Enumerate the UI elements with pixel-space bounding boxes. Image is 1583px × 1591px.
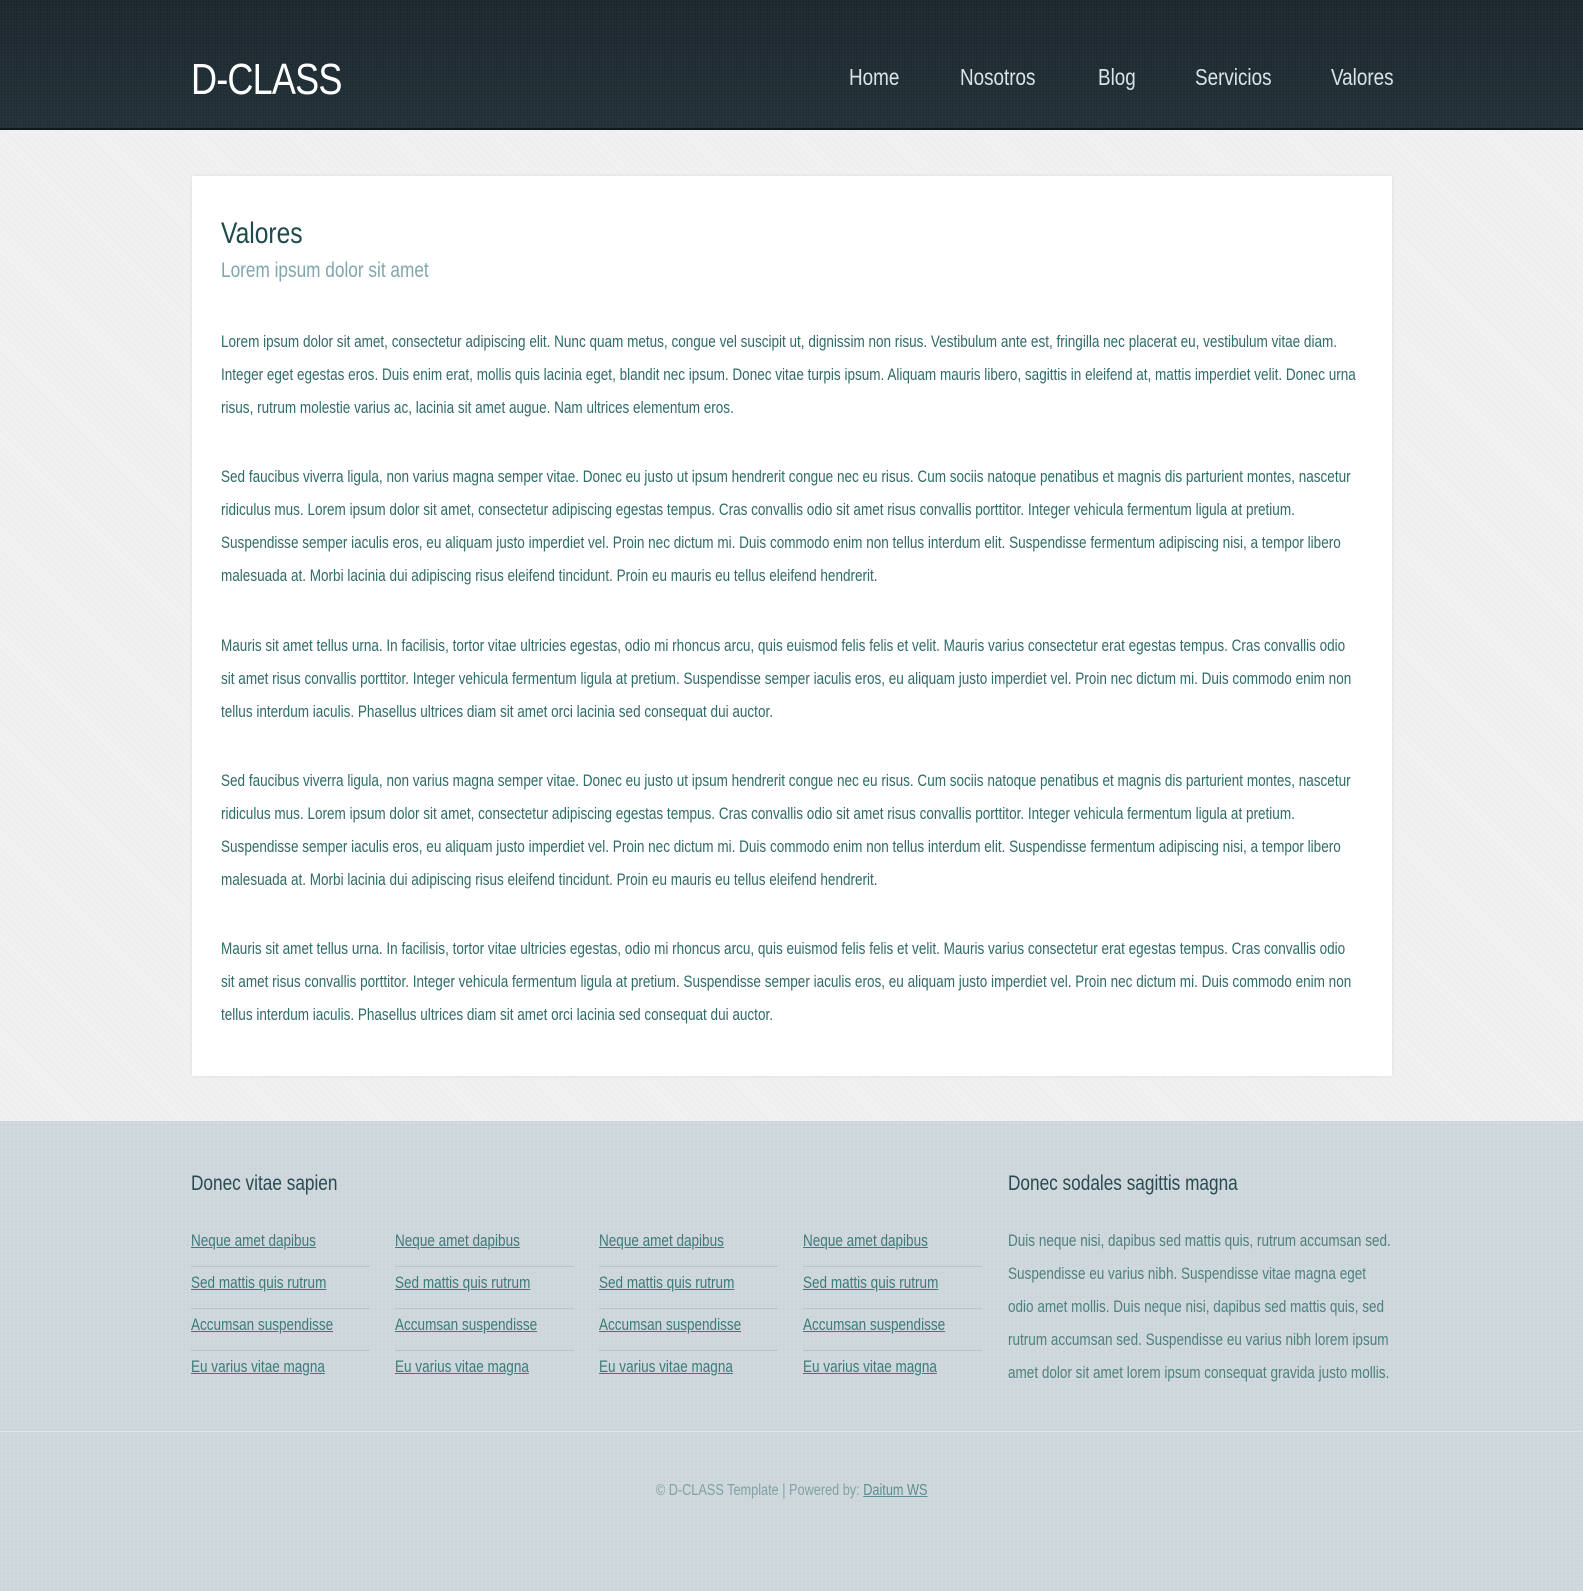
- footer-link[interactable]: Sed mattis quis rutrum: [803, 1271, 938, 1295]
- footer-text-heading: Donec sodales sagittis magna: [1008, 1172, 1238, 1195]
- site-header: D-CLASS Home Nosotros Blog Servicios Val…: [0, 0, 1583, 130]
- footer-link[interactable]: Eu varius vitae magna: [599, 1355, 733, 1379]
- footer-link[interactable]: Neque amet dapibus: [395, 1229, 520, 1253]
- copyright-text: © D-CLASS Template | Powered by:: [655, 1482, 860, 1499]
- paragraph: Sed faucibus viverra ligula, non varius …: [221, 772, 1351, 889]
- nav-nosotros[interactable]: Nosotros: [960, 62, 1035, 92]
- footer-link[interactable]: Neque amet dapibus: [803, 1229, 928, 1253]
- copyright: © D-CLASS Template | Powered by: Daitum …: [0, 1481, 1583, 1501]
- footer-link-column: Neque amet dapibus Sed mattis quis rutru…: [803, 1225, 982, 1393]
- footer-link[interactable]: Sed mattis quis rutrum: [599, 1271, 734, 1295]
- footer-link[interactable]: Accumsan suspendisse: [599, 1313, 741, 1337]
- footer-link-column: Neque amet dapibus Sed mattis quis rutru…: [191, 1225, 370, 1393]
- nav-home[interactable]: Home: [849, 62, 899, 92]
- footer-text: Duis neque nisi, dapibus sed mattis quis…: [1008, 1232, 1391, 1382]
- paragraph: Mauris sit amet tellus urna. In facilisi…: [221, 940, 1352, 1024]
- footer-link[interactable]: Neque amet dapibus: [191, 1229, 316, 1253]
- footer-link[interactable]: Sed mattis quis rutrum: [395, 1271, 530, 1295]
- paragraph: Lorem ipsum dolor sit amet, consectetur …: [221, 333, 1356, 417]
- site-footer: Donec vitae sapien Neque amet dapibus Se…: [0, 1121, 1583, 1591]
- nav-blog[interactable]: Blog: [1098, 62, 1136, 92]
- footer-link[interactable]: Accumsan suspendisse: [191, 1313, 333, 1337]
- paragraph: Mauris sit amet tellus urna. In facilisi…: [221, 637, 1352, 721]
- footer-link[interactable]: Accumsan suspendisse: [803, 1313, 945, 1337]
- main-content: Valores Lorem ipsum dolor sit amet Lorem…: [192, 176, 1392, 1076]
- paragraph: Sed faucibus viverra ligula, non varius …: [221, 468, 1351, 585]
- page-title: Valores: [221, 217, 303, 250]
- powered-by-link[interactable]: Daitum WS: [863, 1482, 927, 1499]
- footer-link[interactable]: Accumsan suspendisse: [395, 1313, 537, 1337]
- footer-link[interactable]: Eu varius vitae magna: [191, 1355, 325, 1379]
- footer-divider: [0, 1431, 1583, 1432]
- footer-link-column: Neque amet dapibus Sed mattis quis rutru…: [599, 1225, 778, 1393]
- nav-servicios[interactable]: Servicios: [1195, 62, 1272, 92]
- footer-links-heading: Donec vitae sapien: [191, 1172, 338, 1195]
- footer-link[interactable]: Neque amet dapibus: [599, 1229, 724, 1253]
- page-subtitle: Lorem ipsum dolor sit amet: [221, 259, 429, 282]
- main-nav: Home Nosotros Blog Servicios Valores: [0, 62, 1583, 92]
- nav-valores[interactable]: Valores: [1331, 62, 1394, 92]
- footer-link-column: Neque amet dapibus Sed mattis quis rutru…: [395, 1225, 574, 1393]
- footer-link[interactable]: Eu varius vitae magna: [803, 1355, 937, 1379]
- footer-link[interactable]: Sed mattis quis rutrum: [191, 1271, 326, 1295]
- footer-link[interactable]: Eu varius vitae magna: [395, 1355, 529, 1379]
